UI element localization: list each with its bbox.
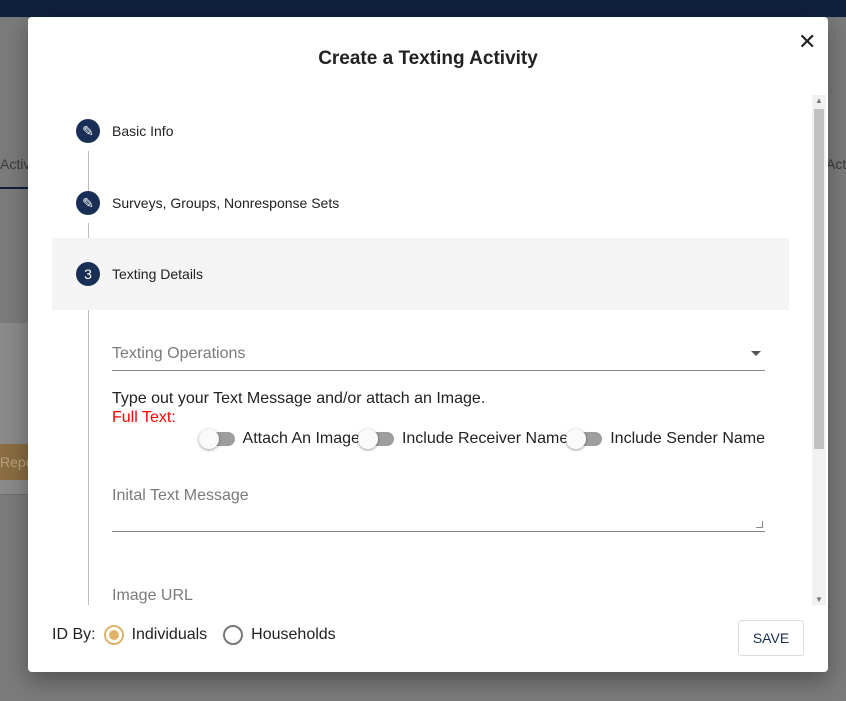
- radio-label: Individuals: [131, 626, 208, 643]
- pencil-icon: ✎: [76, 119, 100, 143]
- top-navbar: [0, 0, 846, 17]
- toggle-label: Include Sender Name: [610, 430, 765, 447]
- scrollbar[interactable]: ▲ ▼: [812, 95, 826, 605]
- close-icon[interactable]: ✕: [798, 29, 816, 55]
- image-url-input[interactable]: Image URL: [112, 587, 765, 605]
- attach-image-toggle[interactable]: Attach An Image: [198, 429, 360, 449]
- scrollbar-thumb[interactable]: [814, 109, 824, 449]
- toggle-label: Attach An Image: [242, 430, 360, 447]
- chevron-down-icon: [751, 351, 761, 356]
- select-placeholder: Texting Operations: [112, 345, 246, 362]
- step-number: 3: [76, 262, 100, 286]
- step-label: Basic Info: [112, 123, 174, 139]
- textarea-placeholder: Inital Text Message: [112, 487, 249, 504]
- households-radio[interactable]: [223, 625, 244, 645]
- background-tab: Activ: [0, 156, 31, 172]
- include-receiver-name-toggle[interactable]: Include Receiver Name: [357, 429, 569, 449]
- step-label: Surveys, Groups, Nonresponse Sets: [112, 195, 340, 211]
- dialog-content: ✎ Basic Info ✎ Surveys, Groups, Nonrespo…: [28, 95, 828, 605]
- resize-handle-icon[interactable]: [756, 521, 763, 528]
- toggle-label: Include Receiver Name: [401, 430, 569, 447]
- initial-text-message-textarea[interactable]: Inital Text Message: [112, 487, 765, 532]
- background-tab-indicator: [0, 187, 30, 189]
- id-by-group: ID By: Individuals Households: [52, 625, 336, 645]
- radio-label: Households: [251, 626, 336, 643]
- instruction-text: Type out your Text Message and/or attach…: [112, 390, 486, 407]
- full-text-label: Full Text:: [112, 409, 176, 426]
- step-basic-info[interactable]: ✎ Basic Info: [52, 95, 789, 167]
- step-label: Texting Details: [112, 266, 204, 282]
- input-placeholder: Image URL: [112, 587, 193, 604]
- step-texting-details[interactable]: 3 Texting Details: [52, 238, 789, 310]
- scroll-up-icon[interactable]: ▲: [815, 96, 823, 105]
- background-tab: Act: [826, 156, 846, 172]
- dialog-title: Create a Texting Activity: [318, 48, 538, 69]
- include-sender-name-toggle[interactable]: Include Sender Name: [566, 429, 765, 449]
- create-texting-activity-dialog: Create a Texting Activity ✕ ✎ Basic Info…: [28, 17, 828, 672]
- save-button[interactable]: SAVE: [738, 620, 804, 656]
- pencil-icon: ✎: [76, 191, 100, 215]
- step-surveys-groups[interactable]: ✎ Surveys, Groups, Nonresponse Sets: [52, 167, 789, 239]
- scroll-down-icon[interactable]: ▼: [815, 595, 823, 604]
- id-by-label: ID By:: [52, 626, 96, 643]
- toggle-group: Attach An Image Include Receiver Name In…: [198, 429, 765, 449]
- step-connector: [88, 309, 89, 605]
- individuals-radio[interactable]: [103, 625, 124, 645]
- texting-operations-select[interactable]: Texting Operations: [112, 345, 765, 371]
